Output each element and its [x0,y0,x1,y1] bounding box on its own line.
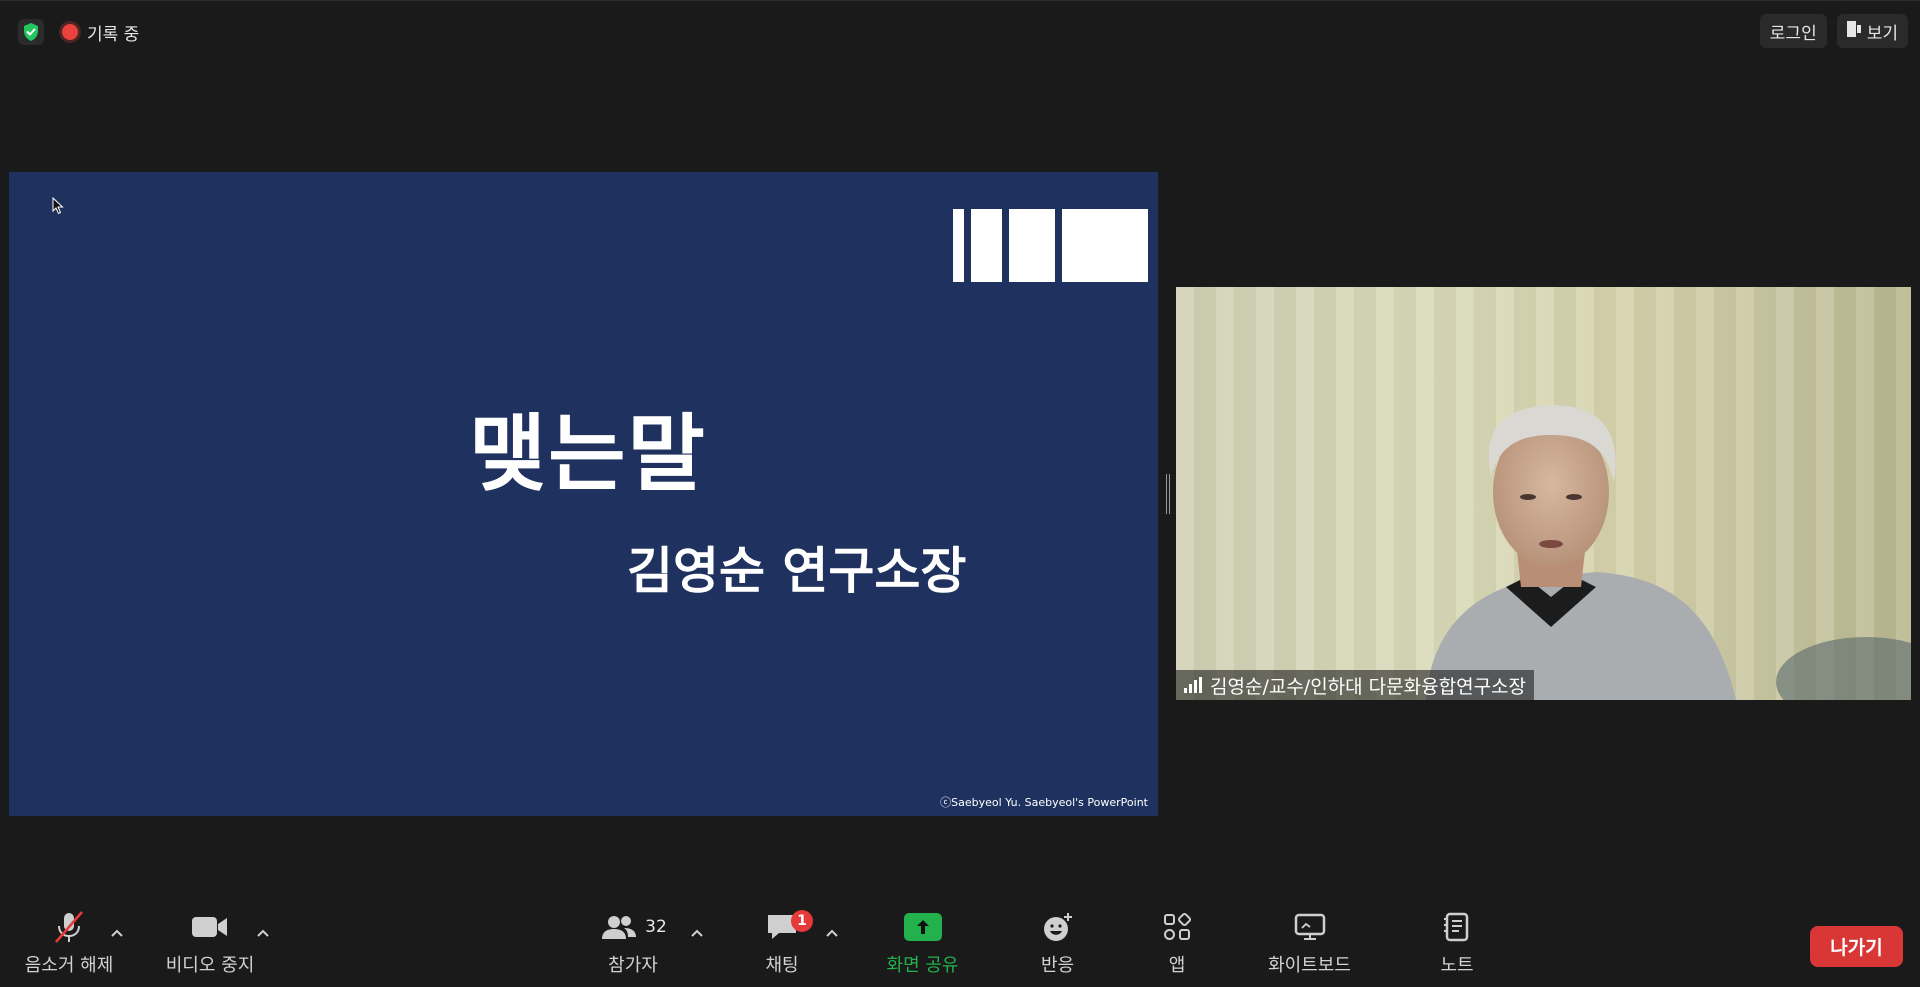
notes-button[interactable]: 노트 [1437,905,1477,987]
reactions-button[interactable]: 반응 [1030,905,1085,987]
reaction-icon [1041,905,1075,949]
login-button[interactable]: 로그인 [1759,14,1827,48]
slide-block [1009,209,1055,282]
chat-unread-badge: 1 [791,910,813,932]
video-options-chevron-up-icon[interactable] [256,923,270,942]
shield-check-icon[interactable] [18,19,44,45]
stop-video-button[interactable]: 비디오 중지 [160,905,260,987]
slide-block [1062,209,1148,282]
whiteboard-label: 화이트보드 [1268,955,1351,976]
top-bar: 기록 중 로그인 보기 [0,0,1920,60]
chat-icon-wrap: 1 [765,905,813,949]
shared-screen[interactable]: 맺는말 김영순 연구소장 ⓒSaebyeol Yu. Saebyeol's Po… [9,172,1158,816]
meeting-toolbar: 음소거 해제 비디오 중지 32 참가자 1 채팅 화면 공유 반응 앱 화이트… [0,905,1920,987]
reactions-label: 반응 [1040,955,1075,976]
zoom-meeting-window: 기록 중 로그인 보기 맺는말 김영순 연구소장 ⓒSaebyeol Yu. S… [0,0,1920,987]
share-screen-icon-wrap [903,905,942,949]
video-camera-icon [191,905,229,949]
slide-block [971,209,1002,282]
participant-video-image [1426,405,1911,700]
audio-options-chevron-up-icon[interactable] [110,923,124,942]
record-icon [62,24,78,40]
recording-indicator[interactable]: 기록 중 [62,19,139,45]
login-label: 로그인 [1769,23,1817,44]
slide-block [953,209,964,282]
participants-count: 32 [645,917,667,937]
participants-label: 참가자 [608,955,658,976]
apps-button[interactable]: 앱 [1160,905,1194,987]
participants-icon-wrap: 32 [599,905,667,949]
stop-video-label: 비디오 중지 [165,955,255,976]
notes-label: 노트 [1440,955,1474,976]
participants-options-chevron-up-icon[interactable] [690,923,704,942]
view-button[interactable]: 보기 [1836,14,1908,48]
notes-icon [1442,905,1472,949]
chat-button[interactable]: 1 채팅 [752,905,813,987]
share-screen-icon [903,913,942,941]
slide-decoration [953,209,1148,282]
participants-button[interactable]: 32 참가자 [588,905,678,987]
chat-label: 채팅 [765,955,799,976]
participants-icon [602,916,637,939]
signal-icon [1184,677,1202,693]
slide-title: 맺는말 [469,405,707,503]
split-resize-handle[interactable] [1165,474,1171,514]
mic-muted-icon [51,905,87,949]
unmute-button[interactable]: 음소거 해제 [18,905,120,987]
share-screen-button[interactable]: 화면 공유 [875,905,970,987]
participant-video-tile[interactable]: 김영순/교수/인하대 다문화융합연구소장 [1176,287,1911,700]
view-label: 보기 [1866,23,1898,44]
apps-icon [1162,905,1192,949]
participant-name: 김영순/교수/인하대 다문화융합연구소장 [1210,675,1527,698]
chat-options-chevron-up-icon[interactable] [825,923,839,942]
slide-subtitle: 김영순 연구소장 [627,542,967,600]
leave-button[interactable]: 나가기 [1810,926,1903,967]
apps-label: 앱 [1168,955,1186,976]
unmute-label: 음소거 해제 [24,955,114,976]
mouse-pointer-icon [52,196,64,219]
whiteboard-button[interactable]: 화이트보드 [1262,905,1357,987]
participant-name-tag: 김영순/교수/인하대 다문화융합연구소장 [1176,670,1535,700]
slide-credit: ⓒSaebyeol Yu. Saebyeol's PowerPoint [940,796,1148,809]
share-screen-label: 화면 공유 [886,955,959,976]
top-right-controls: 로그인 보기 [1759,14,1908,48]
whiteboard-icon [1293,905,1327,949]
recording-label: 기록 중 [87,24,140,45]
view-icon [1846,20,1861,42]
